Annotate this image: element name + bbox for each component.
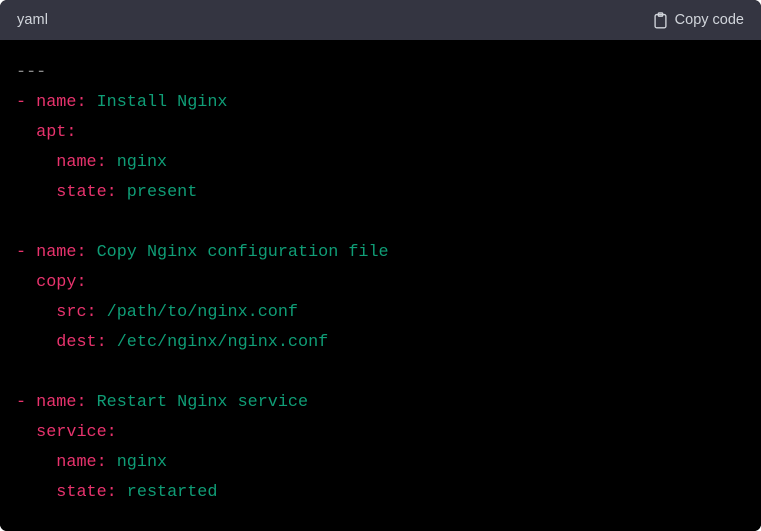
code-token-key: copy: bbox=[36, 273, 87, 292]
code-token-key: dest: bbox=[56, 333, 107, 352]
code-token-key: apt: bbox=[36, 123, 77, 142]
code-line: src: /path/to/nginx.conf bbox=[16, 298, 745, 328]
code-token-key: name: bbox=[56, 453, 107, 472]
code-line: - name: Copy Nginx configuration file bbox=[16, 238, 745, 268]
code-token-meta: --- bbox=[16, 63, 47, 82]
copy-code-button[interactable]: Copy code bbox=[652, 10, 745, 31]
code-line: state: restarted bbox=[16, 478, 745, 508]
code-body: --- - name: Install Nginx apt: name: ngin… bbox=[0, 40, 761, 531]
code-token-val: /path/to/nginx.conf bbox=[96, 303, 299, 322]
code-token-key: name: bbox=[36, 93, 87, 112]
code-line: name: nginx bbox=[16, 148, 745, 178]
code-pre: --- - name: Install Nginx apt: name: ngin… bbox=[16, 58, 745, 508]
code-line: apt: bbox=[16, 118, 745, 148]
code-token-key: name: bbox=[56, 153, 107, 172]
code-token-val: nginx bbox=[106, 153, 168, 172]
code-token-key: name: bbox=[36, 243, 87, 262]
code-token-punct: - bbox=[16, 243, 37, 262]
code-token-key: service: bbox=[36, 423, 117, 442]
code-line: copy: bbox=[16, 268, 745, 298]
code-token-val: nginx bbox=[106, 453, 168, 472]
code-line: dest: /etc/nginx/nginx.conf bbox=[16, 328, 745, 358]
code-line: - name: Restart Nginx service bbox=[16, 388, 745, 418]
code-line: - name: Install Nginx bbox=[16, 88, 745, 118]
code-token-val: restarted bbox=[116, 483, 218, 502]
code-token-key: state: bbox=[56, 483, 117, 502]
code-token-punct: - bbox=[16, 93, 37, 112]
code-token-val: Copy Nginx configuration file bbox=[86, 243, 389, 262]
code-line: service: bbox=[16, 418, 745, 448]
code-token-val: present bbox=[116, 183, 198, 202]
clipboard-icon bbox=[653, 11, 668, 29]
code-token-key: state: bbox=[56, 183, 117, 202]
code-block: yaml Copy code --- - name: Install Nginx … bbox=[0, 0, 761, 531]
code-line: name: nginx bbox=[16, 448, 745, 478]
code-content[interactable]: --- - name: Install Nginx apt: name: ngin… bbox=[16, 58, 745, 508]
code-token-key: src: bbox=[56, 303, 97, 322]
code-token-key: name: bbox=[36, 393, 87, 412]
code-line: --- bbox=[16, 58, 745, 88]
code-token-val: /etc/nginx/nginx.conf bbox=[106, 333, 329, 352]
code-line: state: present bbox=[16, 178, 745, 208]
code-token-punct: - bbox=[16, 393, 37, 412]
code-block-header: yaml Copy code bbox=[0, 0, 761, 40]
code-token-val: Restart Nginx service bbox=[86, 393, 309, 412]
copy-code-label: Copy code bbox=[674, 11, 744, 28]
code-token-val: Install Nginx bbox=[86, 93, 228, 112]
code-language-label: yaml bbox=[17, 11, 49, 28]
